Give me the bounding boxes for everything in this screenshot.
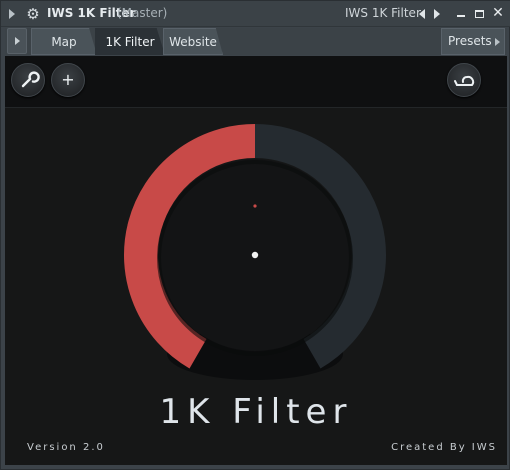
close-icon[interactable]: ✕ [491,5,505,21]
plugin-body: + 1K Filter Version 2.0 Created By IWS [5,56,507,465]
snail-button[interactable] [447,63,481,97]
add-button[interactable]: + [51,63,85,97]
knob-indicator-dot [253,204,257,208]
settings-button[interactable] [11,63,45,97]
plugin-window: ⚙ IWS 1K Filter (Master) IWS 1K Filter ✕… [0,0,510,470]
credit-label: Created By IWS [391,442,497,453]
title-bar: ⚙ IWS 1K Filter (Master) IWS 1K Filter ✕ [1,1,510,27]
window-host: (Master) [117,6,168,20]
tab-map[interactable]: Map [31,28,97,55]
gear-icon[interactable]: ⚙ [25,6,41,22]
tab-website[interactable]: Website [163,28,223,55]
snail-icon [454,75,475,86]
tab-bar: Map 1K Filter Website Presets [5,28,507,55]
knob-area: 1K Filter Version 2.0 Created By IWS [5,108,507,465]
next-plugin-icon[interactable] [434,9,440,19]
collapse-arrow-icon[interactable] [9,9,15,19]
version-label: Version 2.0 [27,442,105,453]
knob-center-dot [251,251,259,259]
tab-1k-filter[interactable]: 1K Filter [95,28,165,55]
maximize-icon[interactable] [475,10,484,18]
chevron-right-icon [15,37,20,45]
side-panel-toggle[interactable] [7,28,27,54]
plugin-title: 1K Filter [159,392,353,432]
presets-label: Presets [448,34,492,48]
presets-menu[interactable]: Presets [441,28,505,55]
wrench-icon [21,71,40,88]
previous-plugin-icon[interactable] [419,9,425,19]
minimize-icon[interactable] [457,15,465,17]
chevron-right-icon [495,38,500,46]
plugin-toolbar: + [5,56,507,108]
plugin-name-label: IWS 1K Filter [345,6,421,20]
